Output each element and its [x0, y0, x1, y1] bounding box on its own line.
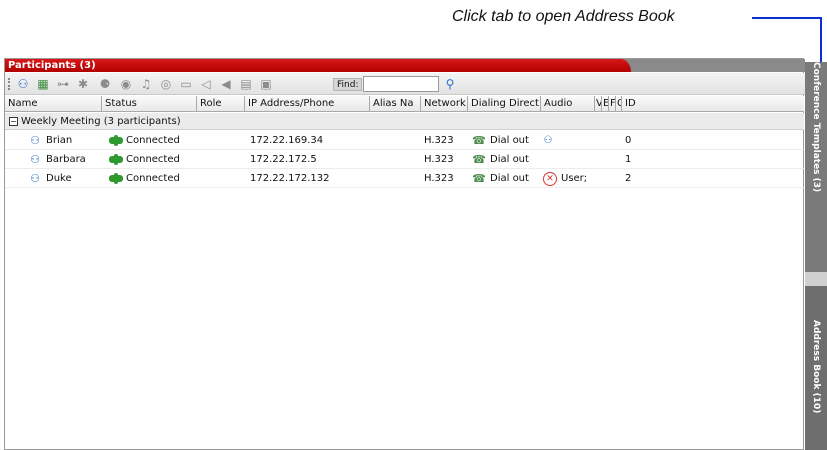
find-label: Find: — [333, 78, 363, 91]
participant-id: 1 — [625, 154, 632, 165]
dial-out-icon: ☎ — [472, 134, 486, 147]
column-header-audio[interactable]: Audio — [541, 96, 595, 112]
participant-icon: ⚇ — [30, 153, 40, 166]
address-book-tab[interactable]: Address Book (10) — [805, 286, 827, 450]
column-header-status[interactable]: Status — [102, 96, 197, 112]
participants-panel: Participants (3) ⚇ ▦ ⊶ ✱ ⚈ ◉ ♫ ◎ ▭ ◁ ◀ ▤… — [4, 58, 805, 450]
participant-icon: ⚇ — [30, 172, 40, 185]
conference-templates-tab[interactable]: Conference Templates (3) — [805, 62, 827, 272]
participant-status: Connected — [126, 173, 180, 184]
column-header-e[interactable]: E — [602, 96, 609, 112]
table-row[interactable]: ⚇ Brian Connected 172.22.169.34 H.323 ☎ … — [5, 131, 804, 150]
delete-icon[interactable]: ⚈ — [97, 76, 113, 92]
connect-icon[interactable]: ⊶ — [55, 76, 71, 92]
participant-ip: 172.22.172.5 — [250, 154, 317, 165]
column-header-id[interactable]: ID — [622, 96, 804, 112]
conference-group-row[interactable]: − Weekly Meeting (3 participants) — [5, 113, 804, 130]
side-tab-gap — [805, 272, 827, 286]
participant-name: Duke — [46, 173, 72, 184]
speaker-icon[interactable]: ◁ — [198, 76, 214, 92]
column-header-name[interactable]: Name — [5, 96, 102, 112]
volume-icon[interactable]: ◀ — [218, 76, 234, 92]
add-participant-icon[interactable]: ⚇ — [15, 76, 31, 92]
connected-status-icon — [109, 173, 123, 184]
column-header-network[interactable]: Network — [421, 96, 468, 112]
participant-dialing: Dial out — [490, 135, 529, 146]
participant-network: H.323 — [424, 135, 454, 146]
participant-network: H.323 — [424, 173, 454, 184]
table-row[interactable]: ⚇ Duke Connected 172.22.172.132 H.323 ☎ … — [5, 169, 804, 188]
audio-icon[interactable]: ♫ — [138, 76, 154, 92]
participant-status: Connected — [126, 135, 180, 146]
column-header-dialing[interactable]: Dialing Direct — [468, 96, 541, 112]
collapse-icon[interactable]: − — [9, 117, 18, 126]
callout-line-horizontal — [752, 17, 821, 19]
layout-icon[interactable]: ▤ — [238, 76, 254, 92]
table-header: Name Status Role IP Address/Phone Alias … — [5, 96, 804, 112]
record-icon[interactable]: ▣ — [258, 76, 274, 92]
mute-icon[interactable]: ◉ — [118, 76, 134, 92]
video-icon[interactable]: ◎ — [158, 76, 174, 92]
connected-status-icon — [109, 135, 123, 146]
participants-tab[interactable]: Participants (3) — [5, 59, 631, 72]
conference-templates-label: Conference Templates (3) — [811, 62, 821, 193]
column-header-ip[interactable]: IP Address/Phone — [245, 96, 370, 112]
disconnect-icon[interactable]: ✱ — [75, 76, 91, 92]
participant-name: Barbara — [46, 154, 86, 165]
participant-id: 0 — [625, 135, 632, 146]
toolbar-grip — [8, 78, 10, 90]
participant-status: Connected — [126, 154, 180, 165]
audio-speaking-icon: ⚇ — [543, 135, 553, 146]
search-icon[interactable]: ⚲ — [442, 76, 458, 92]
participant-name: Brian — [46, 135, 73, 146]
participant-icon: ⚇ — [30, 134, 40, 147]
camera-icon[interactable]: ▭ — [178, 76, 194, 92]
toolbar: ⚇ ▦ ⊶ ✱ ⚈ ◉ ♫ ◎ ▭ ◁ ◀ ▤ ▣ Find: ⚲ — [5, 73, 805, 95]
participant-dialing: Dial out — [490, 173, 529, 184]
column-header-v[interactable]: V — [595, 96, 602, 112]
callout-text: Click tab to open Address Book — [452, 8, 675, 25]
panel-title: Participants (3) — [8, 60, 96, 71]
audio-muted-icon: ✕ — [543, 172, 557, 186]
column-header-role[interactable]: Role — [197, 96, 245, 112]
column-header-alias[interactable]: Alias Na — [370, 96, 421, 112]
add-from-book-icon[interactable]: ▦ — [35, 76, 51, 92]
table-row[interactable]: ⚇ Barbara Connected 172.22.172.5 H.323 ☎… — [5, 150, 804, 169]
connected-status-icon — [109, 154, 123, 165]
group-label: Weekly Meeting (3 participants) — [21, 116, 181, 127]
participant-ip: 172.22.172.132 — [250, 173, 330, 184]
dial-out-icon: ☎ — [472, 153, 486, 166]
column-header-f[interactable]: F — [609, 96, 616, 112]
find-input[interactable] — [363, 76, 439, 92]
dial-out-icon: ☎ — [472, 172, 486, 185]
participant-id: 2 — [625, 173, 632, 184]
panel-title-bar: Participants (3) — [5, 59, 805, 72]
address-book-label: Address Book (10) — [811, 320, 821, 414]
participant-audio: User; — [561, 173, 588, 184]
participant-network: H.323 — [424, 154, 454, 165]
participant-ip: 172.22.169.34 — [250, 135, 324, 146]
participant-dialing: Dial out — [490, 154, 529, 165]
